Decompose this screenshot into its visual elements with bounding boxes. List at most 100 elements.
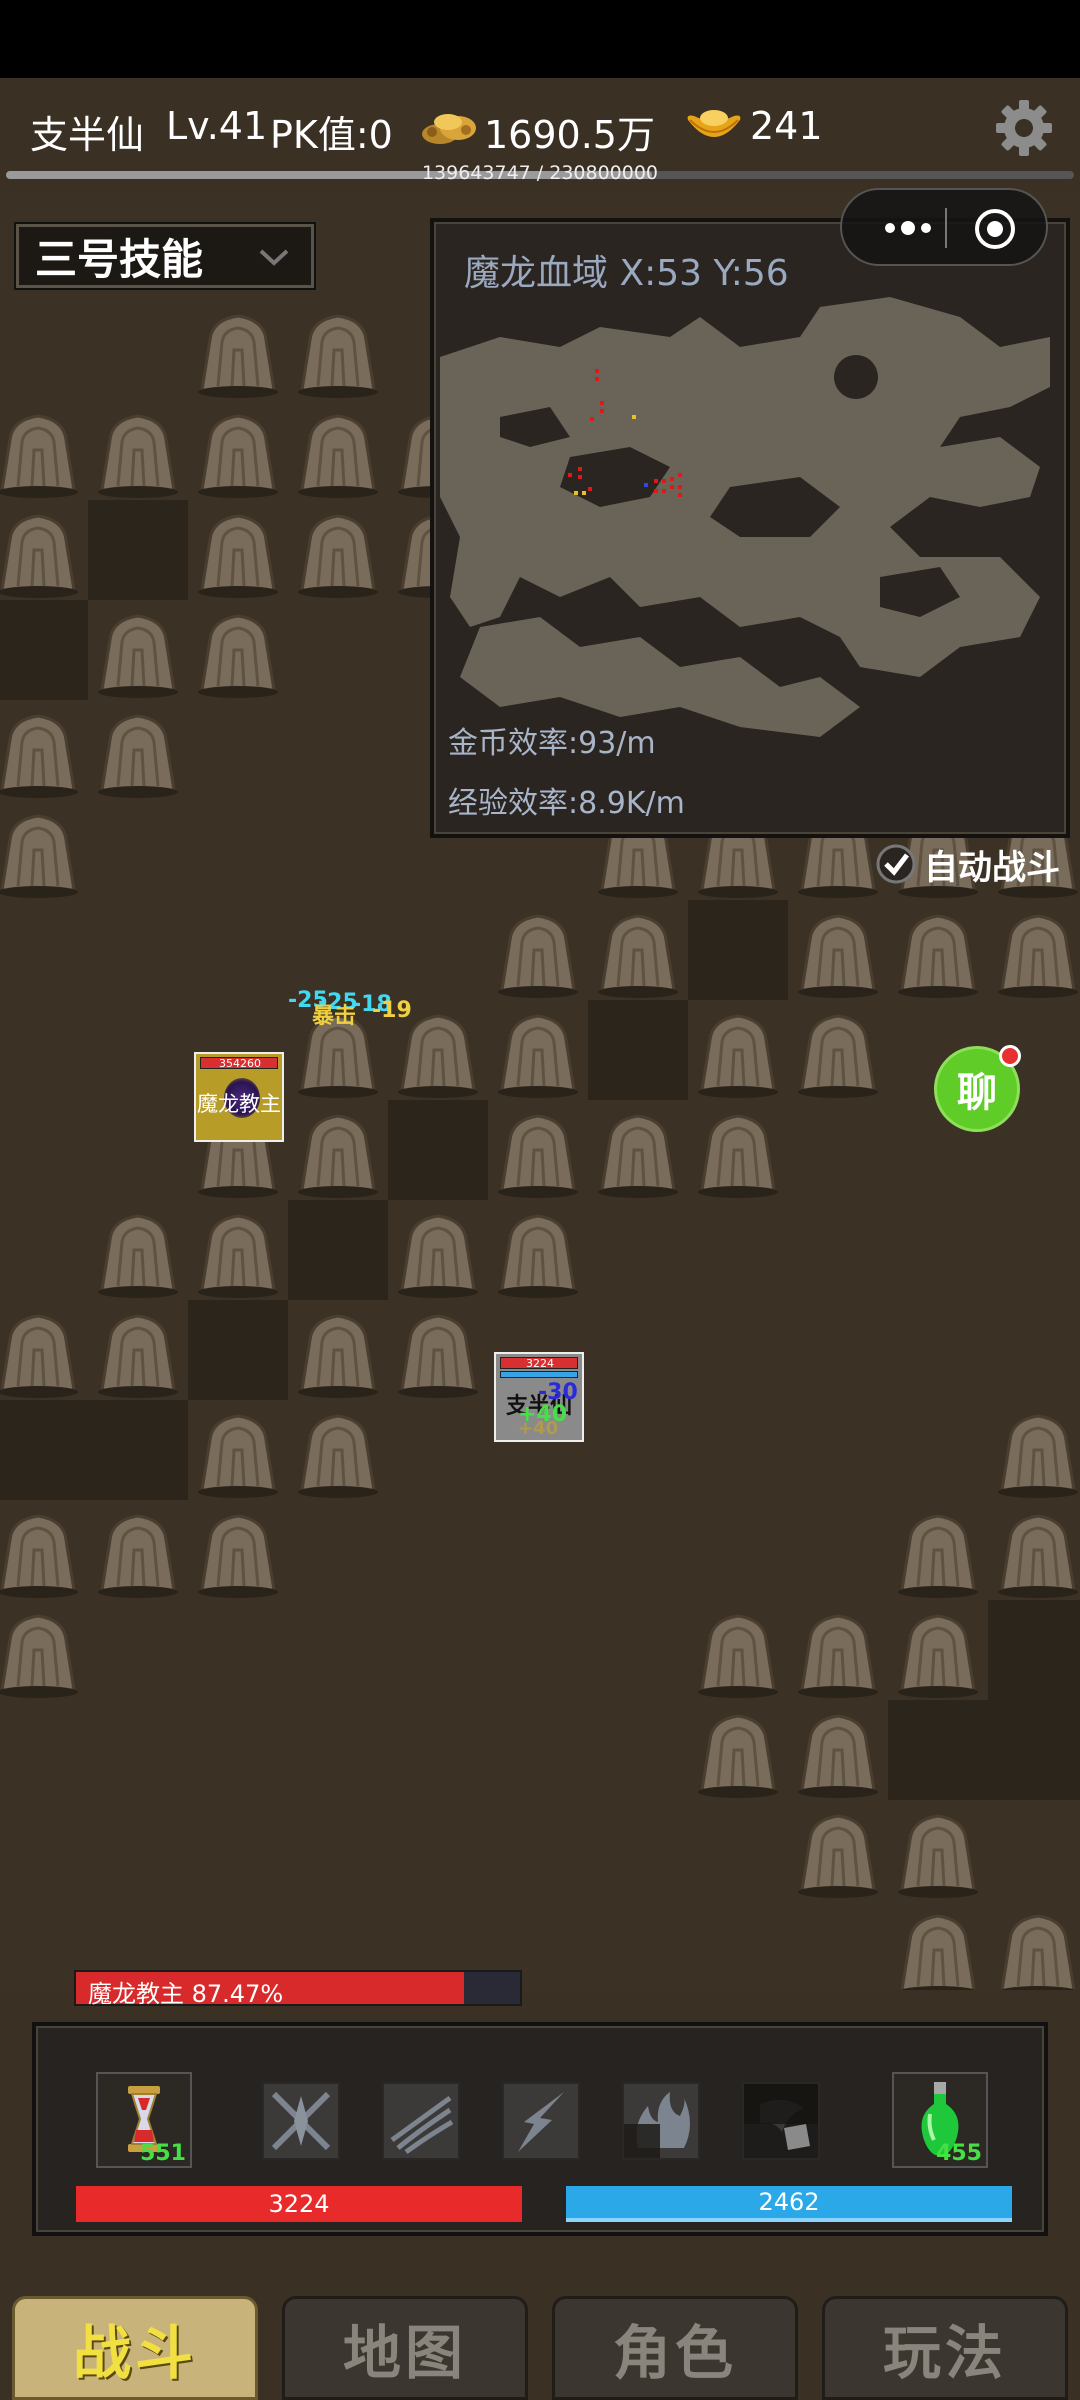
rock-tile [798,1814,878,1898]
player-hp-value: 3224 [268,2190,330,2218]
rock-tile [298,514,378,598]
boss-unit-name: 魔龙教主 [197,1092,281,1116]
gold-ingot-icon [687,110,741,137]
close-target-icon[interactable] [970,204,1020,254]
rock-tile [298,1414,378,1498]
cross-blades-skill-icon [271,2091,331,2151]
settings-gear-icon[interactable] [992,96,1056,160]
crit-text: 暴击 [312,1004,357,1029]
item-slot-right[interactable]: 455 [892,2072,988,2168]
claw-slash-skill-icon [390,2095,454,2155]
gold-coins-icon [422,114,476,144]
miniprogram-capsule[interactable] [840,188,1048,266]
shadow-skill-icon [744,2084,818,2150]
rock-tile [0,714,78,798]
skill-slot-4[interactable] [622,2082,700,2160]
rock-tile [1000,1914,1076,1990]
tab-map[interactable]: 地图 [282,2296,528,2400]
chat-label: 聊 [957,1070,997,1116]
rock-tile [0,1314,78,1398]
rock-tile [498,1114,578,1198]
tab-battle[interactable]: 战斗 [12,2296,258,2400]
rock-tile [698,1614,778,1698]
rock-tile [198,414,278,498]
dark-floor-tile [388,1100,488,1200]
player-hp-bar: 3224 [76,2186,522,2222]
dark-floor-tile [288,1200,388,1300]
auto-battle-toggle[interactable]: 自动战斗 [876,842,1060,888]
rock-tile [498,914,578,998]
skill-slot-2[interactable] [382,2082,460,2160]
boss-unit-hp: 354260 [219,1057,261,1070]
exp-rate: 经验效率:8.9K/m [448,786,685,821]
boss-hp-label: 魔龙教主 87.47% [88,1980,284,2008]
capsule-divider [945,208,947,248]
action-panel: 551 455 3224 2462 [32,2022,1048,2236]
rock-tile [98,714,178,798]
flame-skill-icon [624,2092,690,2158]
item-slot-left[interactable]: 551 [96,2072,192,2168]
rock-tile [198,1414,278,1498]
tab-character[interactable]: 角色 [552,2296,798,2400]
rock-tile [798,1614,878,1698]
rock-tile [698,1014,778,1098]
more-dots-icon[interactable] [868,208,948,248]
rock-tile [798,1714,878,1798]
checkbox-checked-icon[interactable] [876,844,916,884]
dark-floor-tile [988,1600,1080,1700]
dark-floor-tile [188,1300,288,1400]
dark-floor-tile [88,1400,188,1500]
dark-floor-tile [988,1700,1080,1800]
player-unit-hp-bar: 3224 [500,1357,578,1369]
rock-tile [998,1414,1078,1498]
ingot-value: 241 [750,104,823,148]
rock-tile [900,1914,976,1990]
rock-tile [398,1314,478,1398]
player-unit[interactable]: 3224 支半仙 -30 +40 +40 [494,1352,584,1442]
right-item-count: 455 [936,2141,982,2166]
player-level: Lv.41 [166,104,268,148]
exp-text: 139643747 / 230800000 [421,162,659,184]
player-mp-bar: 2462 [566,2186,1012,2222]
skill-select[interactable]: 三号技能 [14,222,316,290]
skill-select-value: 三号技能 [35,234,204,284]
rock-tile [298,314,378,398]
player-unit-mp-bar [500,1371,578,1378]
player-unit-hp: 3224 [526,1357,554,1370]
rock-tile [198,314,278,398]
damage-number: -19 [372,998,412,1023]
tab-gameplay[interactable]: 玩法 [822,2296,1068,2400]
rock-tile [598,1114,678,1198]
rock-tile [498,1214,578,1298]
rock-tile [98,1514,178,1598]
gold-value: 1690.5万 [484,113,655,157]
bottom-tab-bar: 战斗 地图 角色 玩法 [0,2280,1080,2400]
chevron-down-icon [259,249,289,266]
dark-floor-tile [0,1400,88,1500]
skill-slot-3[interactable] [502,2082,580,2160]
tab-character-label: 角色 [612,2319,737,2387]
left-item-count: 551 [140,2141,186,2166]
rock-tile [298,414,378,498]
rock-tile [698,1114,778,1198]
rock-tile [498,1014,578,1098]
rock-tile [198,614,278,698]
gold-rate: 金币效率:93/m [448,726,656,761]
chat-button[interactable]: 聊 [934,1045,1021,1132]
tab-battle-label: 战斗 [72,2319,197,2387]
skill-slot-5[interactable] [742,2082,820,2160]
rock-tile [798,1014,878,1098]
rock-tile [198,514,278,598]
skill-slot-1[interactable] [262,2082,340,2160]
rock-tile [898,1614,978,1698]
dark-floor-tile [688,900,788,1000]
rock-tile [0,814,78,898]
minimap[interactable]: 魔龙血域 X:53 Y:56 金币效率:93/m 经验效率:8.9K/m [430,218,1070,838]
rock-tile [198,1214,278,1298]
dark-floor-tile [88,500,188,600]
boss-unit[interactable]: 354260 魔龙教主 [194,1052,284,1142]
rock-tile [98,1214,178,1298]
rock-tile [98,1314,178,1398]
rock-tile [398,1214,478,1298]
dark-floor-tile [588,1000,688,1100]
